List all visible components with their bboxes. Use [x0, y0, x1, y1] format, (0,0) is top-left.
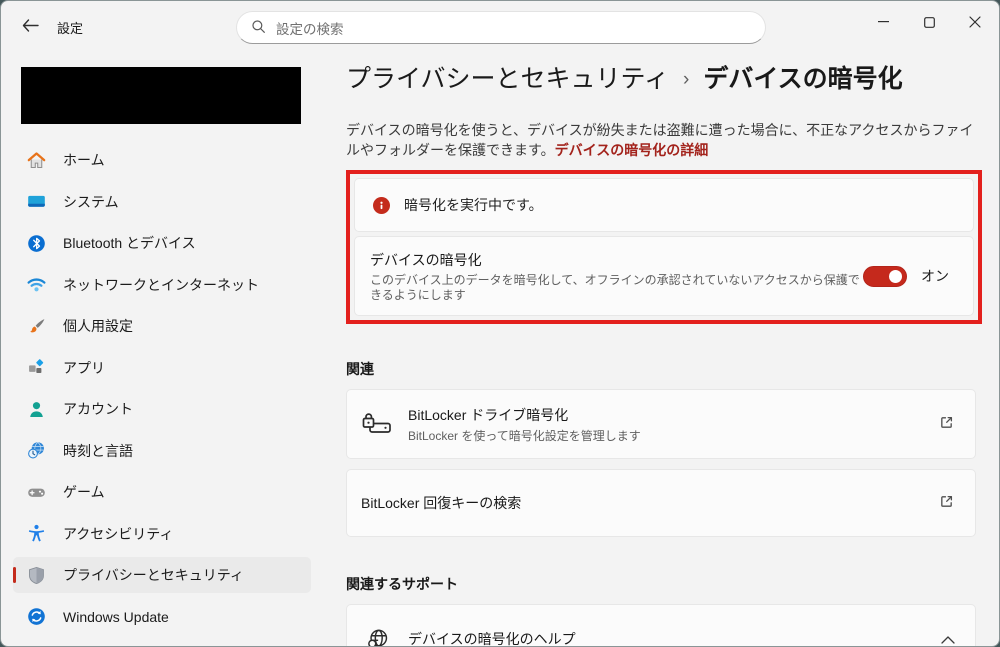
maximize-icon: [923, 16, 935, 28]
sidebar-item-label: アカウント: [63, 401, 133, 417]
sidebar-item-label: Windows Update: [63, 608, 169, 625]
apps-icon: [25, 357, 47, 379]
device-encryption-setting-row: デバイスの暗号化 このデバイス上のデータを暗号化して、オフラインの承認されていな…: [354, 236, 974, 316]
sidebar-item-label: アクセシビリティ: [63, 525, 174, 542]
sidebar-item-label: システム: [63, 193, 119, 210]
annotation-highlight-box: 暗号化を実行中です。 デバイスの暗号化 このデバイス上のデータを暗号化して、オフ…: [346, 170, 982, 324]
card-subtitle: BitLocker を使って暗号化設定を管理します: [408, 428, 641, 443]
sidebar-item-apps[interactable]: アプリ: [13, 350, 311, 386]
sidebar-item-time-language[interactable]: 時刻と言語: [13, 433, 311, 469]
page-title: デバイスの暗号化: [703, 65, 903, 93]
system-icon: [25, 191, 47, 213]
search-input[interactable]: 設定の検索: [236, 11, 766, 44]
external-link-icon: [938, 414, 955, 434]
accessibility-icon: [25, 523, 47, 545]
setting-description: このデバイス上のデータを暗号化して、オフラインの承認されていないアクセスから保護…: [370, 272, 860, 302]
time-language-icon: [25, 440, 47, 462]
sidebar-item-windows-update[interactable]: Windows Update: [13, 599, 311, 635]
sidebar-item-gaming[interactable]: ゲーム: [13, 474, 311, 510]
accounts-icon: [25, 398, 47, 420]
account-profile-redacted[interactable]: [21, 67, 301, 124]
main-content: プライバシーとセキュリティ › デバイスの暗号化 デバイスの暗号化を使うと、デバ…: [323, 53, 999, 647]
sidebar-item-bluetooth-devices[interactable]: Bluetooth とデバイス: [13, 225, 311, 261]
selected-accent-bar: [13, 567, 16, 583]
card-text: BitLocker ドライブ暗号化 BitLocker を使って暗号化設定を管理…: [408, 405, 641, 444]
window-controls: [860, 2, 998, 46]
sidebar-item-accounts[interactable]: アカウント: [13, 391, 311, 427]
related-section-header: 関連: [346, 361, 374, 377]
setting-title: デバイスの暗号化: [370, 251, 482, 268]
page-description: デバイスの暗号化を使うと、デバイスが紛失または盗難に遭った場合に、不正なアクセス…: [346, 120, 982, 160]
toggle-state-label: オン: [921, 268, 949, 284]
sidebar: ホーム システム Bluetooth とデバイス ネットワークとインターネット …: [1, 53, 323, 646]
sidebar-item-accessibility[interactable]: アクセシビリティ: [13, 516, 311, 552]
network-icon: [25, 274, 47, 296]
minimize-icon: [877, 21, 889, 23]
home-icon: [25, 149, 47, 171]
back-arrow-icon: [22, 19, 39, 35]
chevron-up-icon[interactable]: [941, 631, 955, 646]
device-encryption-toggle[interactable]: [863, 265, 907, 287]
windows-update-icon: [25, 606, 47, 628]
toggle-group: オン: [863, 265, 949, 287]
encryption-status-banner: 暗号化を実行中です。: [354, 178, 974, 232]
breadcrumb: プライバシーとセキュリティ › デバイスの暗号化: [346, 61, 982, 97]
sidebar-item-label: 時刻と言語: [63, 442, 133, 459]
web-help-globe-icon: [362, 627, 392, 646]
card-title: BitLocker ドライブ暗号化: [408, 406, 569, 423]
sidebar-item-label: ホーム: [63, 152, 105, 168]
gaming-icon: [25, 481, 47, 503]
sidebar-item-label: プライバシーとセキュリティ: [63, 567, 244, 583]
bluetooth-icon: [25, 232, 47, 254]
titlebar: 設定 設定の検索: [1, 1, 999, 53]
back-button[interactable]: [13, 12, 47, 42]
sidebar-item-network-internet[interactable]: ネットワークとインターネット: [13, 267, 311, 303]
setting-text: デバイスの暗号化 このデバイス上のデータを暗号化して、オフラインの承認されていな…: [370, 250, 862, 303]
sidebar-item-home[interactable]: ホーム: [13, 142, 311, 178]
sidebar-item-label: 個人用設定: [63, 318, 133, 334]
encryption-help-card[interactable]: デバイスの暗号化のヘルプ: [346, 604, 976, 647]
maximize-button[interactable]: [906, 2, 952, 42]
personalization-icon: [25, 315, 47, 337]
close-button[interactable]: [952, 2, 998, 42]
privacy-shield-icon: [25, 564, 47, 586]
info-icon: [373, 196, 390, 214]
sidebar-item-system[interactable]: システム: [13, 184, 311, 220]
breadcrumb-parent[interactable]: プライバシーとセキュリティ: [346, 62, 669, 96]
minimize-button[interactable]: [860, 2, 906, 42]
sidebar-item-privacy-security[interactable]: プライバシーとセキュリティ: [13, 557, 311, 593]
banner-message: 暗号化を実行中です。: [404, 197, 543, 213]
bitlocker-lock-drive-icon: [362, 412, 392, 436]
sidebar-item-label: ゲーム: [63, 484, 105, 500]
search-icon: [251, 19, 266, 37]
sidebar-item-label: アプリ: [63, 359, 105, 376]
settings-window: 設定 設定の検索 ホーム システム Bluetooth とデバイス ネットワーク…: [0, 0, 1000, 647]
sidebar-item-personalization[interactable]: 個人用設定: [13, 308, 311, 344]
external-link-icon: [938, 493, 955, 513]
toggle-knob: [889, 270, 902, 283]
close-icon: [969, 16, 981, 28]
bitlocker-drive-encryption-card[interactable]: BitLocker ドライブ暗号化 BitLocker を使って暗号化設定を管理…: [346, 389, 976, 459]
breadcrumb-separator-icon: ›: [683, 69, 690, 90]
card-title: デバイスの暗号化のヘルプ: [408, 631, 576, 647]
learn-more-link[interactable]: デバイスの暗号化の詳細: [555, 142, 709, 158]
card-title: BitLocker 回復キーの検索: [361, 495, 522, 511]
sidebar-nav: ホーム システム Bluetooth とデバイス ネットワークとインターネット …: [1, 142, 323, 635]
bitlocker-recovery-key-card[interactable]: BitLocker 回復キーの検索: [346, 469, 976, 537]
sidebar-item-label: Bluetooth とデバイス: [63, 235, 196, 251]
support-section-header: 関連するサポート: [346, 576, 458, 592]
app-title: 設定: [57, 20, 84, 36]
sidebar-item-label: ネットワークとインターネット: [63, 276, 259, 293]
search-placeholder: 設定の検索: [276, 21, 344, 37]
